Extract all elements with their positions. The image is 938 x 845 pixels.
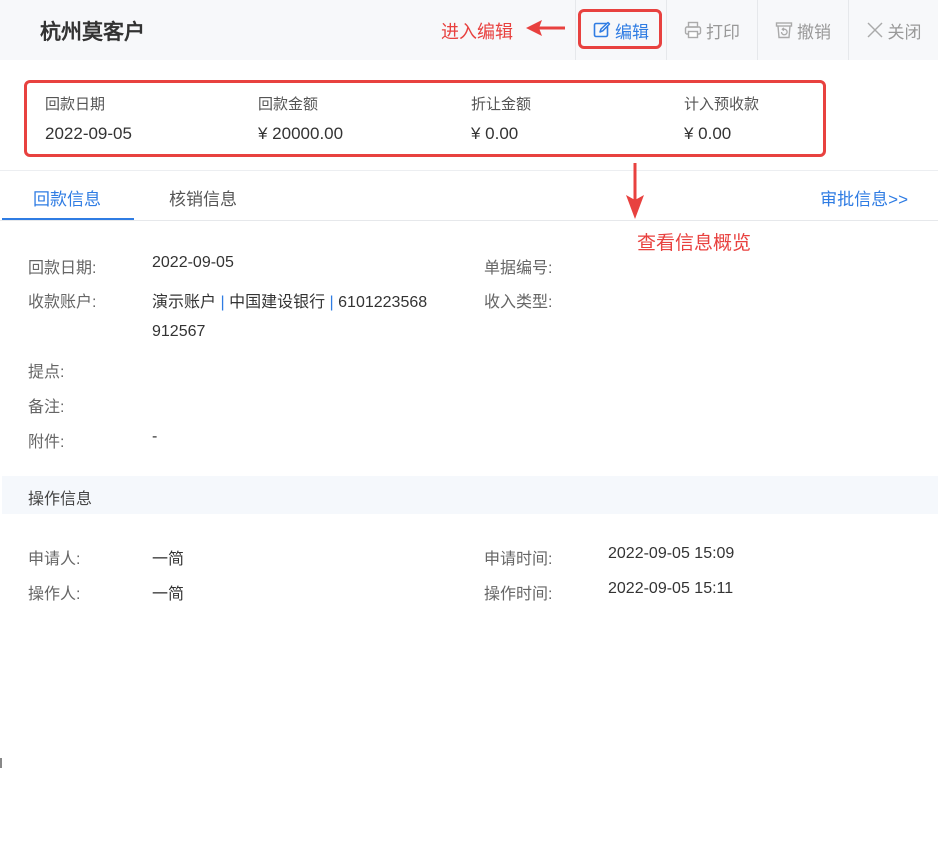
print-button-label: 打印 bbox=[706, 22, 740, 42]
summary-value: ¥ 20000.00 bbox=[258, 124, 344, 143]
close-button-label: 关闭 bbox=[887, 22, 922, 42]
operation-info-section-header: 操作信息 bbox=[2, 476, 938, 514]
remark-label: 备注: bbox=[28, 399, 65, 416]
summary-item-amount: 回款金额 ¥ 20000.00 bbox=[258, 93, 343, 144]
annotation-arrow-left-icon bbox=[526, 20, 565, 36]
summary-value: ¥ 0.00 bbox=[471, 124, 519, 143]
account-label: 收款账户: bbox=[28, 294, 97, 311]
print-button[interactable]: 打印 bbox=[666, 0, 757, 60]
attachment-label: 附件: bbox=[28, 434, 65, 451]
separator: | bbox=[329, 294, 334, 311]
account-number-part1: 6101223568 bbox=[338, 294, 428, 311]
operator-value: 一简 bbox=[152, 586, 185, 603]
summary-item-prepayment: 计入预收款 ¥ 0.00 bbox=[684, 93, 759, 144]
operate-time-value: 2022-09-05 15:11 bbox=[608, 580, 734, 597]
summary-item-discount: 折让金额 ¥ 0.00 bbox=[471, 93, 531, 144]
account-value: 演示账户 | 中国建设银行 | 6101223568 bbox=[152, 288, 427, 312]
summary-label: 回款日期 bbox=[45, 96, 106, 113]
date-value: 2022-09-05 bbox=[152, 254, 234, 271]
trash-icon bbox=[775, 22, 793, 39]
operator-label: 操作人: bbox=[28, 586, 81, 603]
annotation-enter-edit: 进入编辑 bbox=[441, 22, 513, 43]
account-name: 演示账户 bbox=[152, 294, 217, 311]
printer-icon bbox=[684, 21, 702, 39]
active-tab-indicator bbox=[2, 218, 134, 220]
apply-time-label: 申请时间: bbox=[484, 551, 553, 568]
close-button[interactable]: 关闭 bbox=[848, 0, 938, 60]
annotation-arrow-down-icon bbox=[626, 163, 644, 219]
attachment-value: - bbox=[152, 428, 158, 445]
summary-label: 计入预收款 bbox=[684, 96, 760, 113]
summary-label: 折让金额 bbox=[471, 96, 532, 113]
doc-no-label: 单据编号: bbox=[484, 260, 553, 277]
apply-time-value: 2022-09-05 15:09 bbox=[608, 545, 735, 562]
tab-writeoff-info[interactable]: 核销信息 bbox=[169, 185, 237, 210]
page-header: 杭州莫客户 进入编辑 编辑 打印 撤销 关闭 bbox=[0, 0, 938, 60]
summary-value: 2022-09-05 bbox=[45, 124, 132, 143]
commission-label: 提点: bbox=[28, 364, 65, 381]
annotation-view-overview: 查看信息概览 bbox=[637, 232, 752, 254]
separator: | bbox=[220, 294, 225, 311]
close-icon bbox=[867, 22, 882, 38]
section-title: 操作信息 bbox=[28, 491, 93, 508]
account-number-part2: 912567 bbox=[152, 323, 206, 340]
tab-payment-info[interactable]: 回款信息 bbox=[33, 185, 101, 210]
income-type-label: 收入类型: bbox=[484, 294, 553, 311]
summary-item-date: 回款日期 2022-09-05 bbox=[45, 93, 132, 144]
applicant-value: 一简 bbox=[152, 551, 185, 568]
summary-label: 回款金额 bbox=[258, 96, 319, 113]
summary-overview: 回款日期 2022-09-05 回款金额 ¥ 20000.00 折让金额 ¥ 0… bbox=[24, 80, 826, 157]
date-label: 回款日期: bbox=[28, 260, 97, 277]
account-bank: 中国建设银行 bbox=[229, 294, 326, 311]
edge-mark bbox=[0, 758, 2, 768]
approval-info-link[interactable]: 审批信息>> bbox=[820, 185, 908, 210]
tab-bar: 回款信息 核销信息 审批信息>> bbox=[0, 171, 938, 221]
applicant-label: 申请人: bbox=[28, 551, 81, 568]
revoke-button[interactable]: 撤销 bbox=[757, 0, 848, 60]
revoke-button-label: 撤销 bbox=[797, 22, 831, 42]
page-title: 杭州莫客户 bbox=[40, 20, 145, 44]
summary-value: ¥ 0.00 bbox=[684, 124, 732, 143]
edit-highlight-box bbox=[578, 9, 662, 49]
operate-time-label: 操作时间: bbox=[484, 586, 553, 603]
